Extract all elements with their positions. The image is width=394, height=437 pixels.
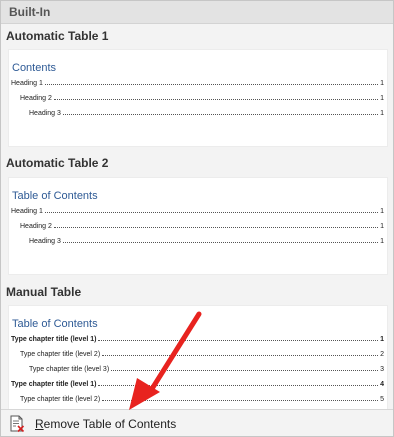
remove-toc-menu-item[interactable]: Remove Table of Contents (1, 409, 393, 436)
remove-toc-label: Remove Table of Contents (35, 417, 177, 431)
gallery-item-title: Automatic Table 1 (6, 29, 109, 43)
toc-preview-line: Type chapter title (level 2) 2 (20, 351, 384, 358)
toc-preview-line: Heading 21 (20, 95, 384, 102)
toc-preview-line: Type chapter title (level 2) 5 (20, 396, 384, 403)
toc-preview[interactable]: Contents Heading 11 Heading 21 Heading 3… (8, 49, 388, 147)
toc-gallery-dropdown: Built-In Automatic Table 1 Contents Head… (0, 0, 394, 437)
toc-preview[interactable]: Table of Contents Heading 11 Heading 21 … (8, 177, 388, 275)
gallery-item-title: Automatic Table 2 (6, 156, 109, 170)
builtin-label: Built-In (9, 5, 51, 19)
toc-preview-line: Type chapter title (level 1) 1 (11, 336, 384, 343)
toc-preview[interactable]: Table of Contents Type chapter title (le… (8, 305, 388, 417)
preview-title: Table of Contents (12, 318, 98, 330)
toc-preview-line: Heading 11 (11, 80, 384, 87)
gallery-item-title: Manual Table (6, 285, 82, 299)
builtin-section-header: Built-In (1, 1, 393, 24)
gallery-item-automatic-table-2[interactable]: Automatic Table 2 Table of Contents Head… (1, 156, 393, 280)
gallery-item-automatic-table-1[interactable]: Automatic Table 1 Contents Heading 11 He… (1, 29, 393, 153)
toc-preview-line: Heading 31 (29, 110, 384, 117)
toc-preview-line: Heading 21 (20, 223, 384, 230)
remove-toc-icon (10, 415, 25, 433)
gallery-item-manual-table[interactable]: Manual Table Table of Contents Type chap… (1, 285, 393, 417)
toc-preview-line: Heading 31 (29, 238, 384, 245)
toc-preview-line: Heading 11 (11, 208, 384, 215)
toc-preview-line: Type chapter title (level 3) 3 (29, 366, 384, 373)
preview-title: Contents (12, 62, 57, 74)
toc-preview-line: Type chapter title (level 1) 4 (11, 381, 384, 388)
preview-title: Table of Contents (12, 190, 98, 202)
